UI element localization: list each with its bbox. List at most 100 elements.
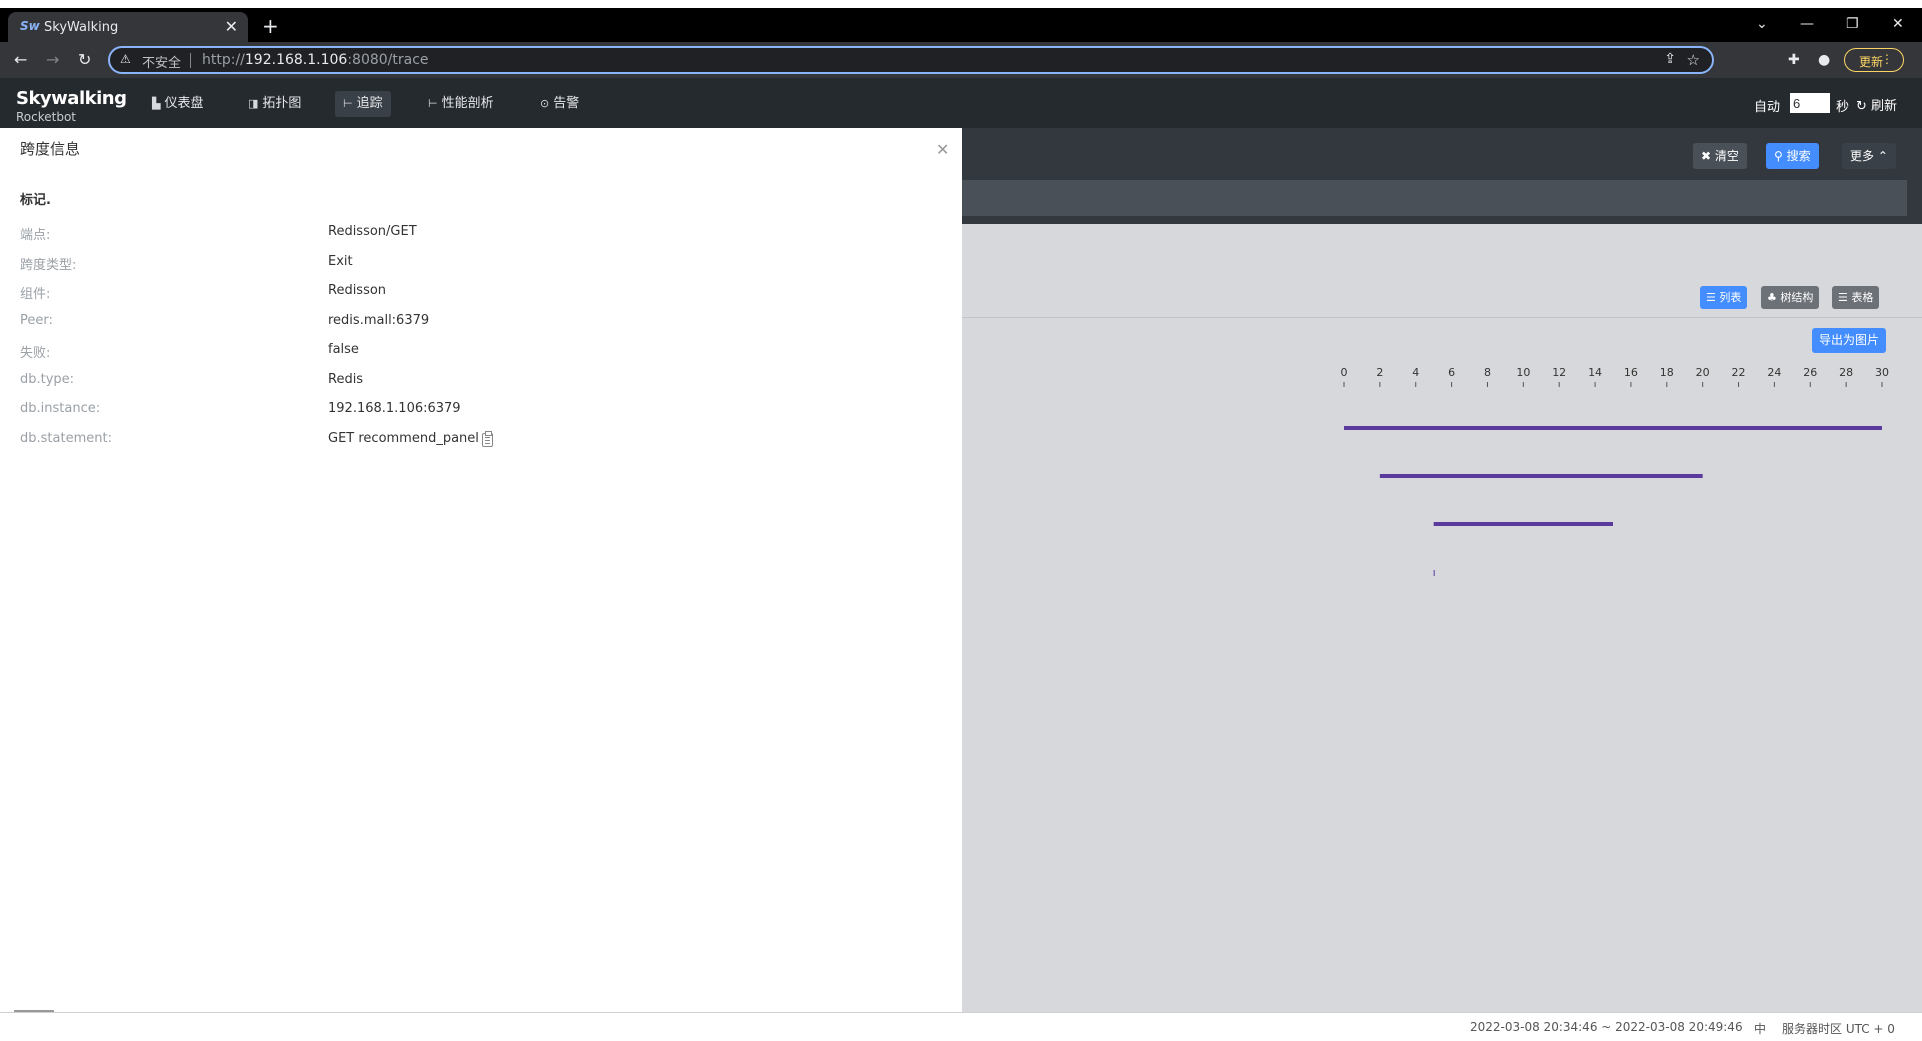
db-type-value: Redis	[328, 372, 364, 387]
tags-heading: 标记.	[20, 193, 51, 208]
profile-icon[interactable]: ●	[1818, 52, 1830, 68]
export-image-button[interactable]: 导出为图片	[1812, 328, 1887, 353]
clear-icon: ✖	[1701, 149, 1712, 163]
x-tick-label: 22	[1732, 366, 1746, 379]
skywalking-logo[interactable]: Skywalking	[16, 88, 127, 109]
endpoint-key: 端点:	[20, 228, 51, 243]
copy-icon[interactable]	[482, 431, 493, 447]
trace-timeline-chart: 0 2 4 6 8 10 12 14 16 18 20 22 24 26 28 30	[1341, 366, 1889, 576]
filter-panel	[962, 180, 1907, 216]
screen: Sw SkyWalking ✕ + ⌄ — ❐ ✕ ← → ↻ ⚠ 不安全 ht…	[0, 0, 1922, 1041]
nav-alarm[interactable]: ⊙ 告警	[532, 91, 587, 117]
url-text[interactable]: http://192.168.1.106:8080/trace	[202, 52, 429, 68]
span-bar[interactable]	[1379, 474, 1703, 478]
span-type-value: Exit	[328, 254, 353, 269]
reload-icon[interactable]: ↻	[78, 50, 91, 69]
browser-tab[interactable]: Sw SkyWalking ✕	[8, 12, 248, 42]
component-value: Redisson	[328, 283, 387, 298]
address-bar[interactable]: ⚠ 不安全 http://192.168.1.106:8080/trace ⇪ …	[108, 46, 1714, 74]
timezone-label[interactable]: 服务器时区 UTC + 0	[1782, 1020, 1895, 1037]
trace-detail-area	[962, 224, 1922, 1012]
logo-subtitle: Rocketbot	[16, 110, 77, 124]
time-range[interactable]: 2022-03-08 20:34:46 ~ 2022-03-08 20:49:4…	[1470, 1020, 1743, 1034]
view-list-button[interactable]: ☰ 列表	[1700, 286, 1748, 309]
nav-topology[interactable]: ◨ 拓扑图	[240, 91, 309, 117]
language-toggle[interactable]: 中	[1754, 1020, 1766, 1037]
peer-value: redis.mall:6379	[328, 313, 430, 328]
span-bar[interactable]	[1433, 570, 1435, 576]
tab-title: SkyWalking	[44, 20, 119, 35]
x-tick-label: 4	[1412, 366, 1419, 379]
search-icon: ⚲	[1774, 149, 1783, 163]
address-separator	[190, 53, 191, 68]
warning-icon[interactable]: ⚠	[120, 52, 131, 66]
table-icon: ☰	[1838, 291, 1848, 304]
span-bar[interactable]	[1433, 522, 1613, 526]
auto-refresh-label[interactable]: 自动	[1754, 96, 1780, 115]
bookmark-star-icon[interactable]: ☆	[1687, 51, 1700, 69]
view-divider	[962, 317, 1922, 318]
db-instance-value: 192.168.1.106:6379	[328, 401, 461, 416]
span-bar[interactable]	[1344, 426, 1882, 430]
span-info-drawer: 跨度信息 ✕ 标记. 端点: Redisson/GET 跨度类型: Exit 组…	[0, 128, 962, 1012]
tree-icon: ♣	[1767, 291, 1777, 304]
x-tick-label: 28	[1839, 366, 1853, 379]
update-button[interactable]: 更新 ⋮	[1844, 48, 1904, 72]
footer-bar: 2022-03-08 20:34:46 ~ 2022-03-08 20:49:4…	[0, 1012, 1922, 1041]
clear-button[interactable]: ✖ 清空	[1693, 143, 1747, 169]
x-tick-label: 6	[1448, 366, 1455, 379]
x-tick-label: 8	[1484, 366, 1491, 379]
view-table-button[interactable]: ☰ 表格	[1832, 286, 1880, 309]
extensions-icon[interactable]: ✚	[1788, 52, 1800, 68]
refresh-button[interactable]: ↻ 刷新	[1856, 95, 1897, 114]
x-tick-label: 20	[1696, 366, 1710, 379]
minimize-icon[interactable]: —	[1800, 16, 1814, 32]
nav-trace[interactable]: ⊢ 追踪	[335, 91, 391, 117]
x-tick-label: 0	[1341, 366, 1348, 379]
x-tick-label: 30	[1875, 366, 1889, 379]
profile-icon: ⊢	[428, 97, 438, 110]
view-tree-button[interactable]: ♣ 树结构	[1761, 286, 1820, 309]
refresh-icon: ↻	[1856, 99, 1867, 114]
x-tick-label: 10	[1516, 366, 1530, 379]
app-header: Skywalking Rocketbot ▙ 仪表盘 ◨ 拓扑图 ⊢ 追踪 ⊢ 性能剖析…	[0, 78, 1922, 128]
menu-dots-icon: ⋮	[1881, 52, 1893, 66]
forward-icon[interactable]: →	[46, 50, 59, 69]
x-tick-label: 16	[1624, 366, 1638, 379]
restore-icon[interactable]: ❐	[1846, 16, 1859, 32]
tab-search-icon[interactable]: ⌄	[1756, 16, 1768, 32]
back-icon[interactable]: ←	[14, 50, 27, 69]
nav-profile[interactable]: ⊢ 性能剖析	[420, 91, 502, 117]
x-tick-label: 26	[1803, 366, 1817, 379]
chevron-up-icon: ⌃	[1877, 149, 1888, 163]
nav-dashboard[interactable]: ▙ 仪表盘	[144, 91, 211, 117]
db-type-key: db.type:	[20, 372, 75, 387]
x-tick-label: 24	[1767, 366, 1781, 379]
x-tick-label: 18	[1660, 366, 1674, 379]
x-tick-label: 12	[1552, 366, 1566, 379]
search-button[interactable]: ⚲ 搜索	[1766, 143, 1819, 169]
share-icon[interactable]: ⇪	[1664, 51, 1676, 67]
insecure-label[interactable]: 不安全	[142, 52, 181, 71]
list-icon: ☰	[1706, 291, 1716, 304]
close-icon[interactable]: ✕	[936, 140, 949, 159]
browser-tab-bar: Sw SkyWalking ✕ + ⌄ — ❐ ✕	[0, 8, 1922, 42]
dashboard-icon: ▙	[152, 97, 161, 110]
more-button[interactable]: 更多 ⌃	[1842, 143, 1896, 169]
x-tick-label: 14	[1588, 366, 1602, 379]
auto-refresh-interval-input[interactable]	[1790, 93, 1830, 113]
endpoint-value: Redisson/GET	[328, 224, 417, 239]
peer-key: Peer:	[20, 313, 53, 328]
component-key: 组件:	[20, 287, 51, 302]
window-close-icon[interactable]: ✕	[1892, 16, 1904, 32]
error-key: 失败:	[20, 346, 51, 361]
error-value: false	[328, 342, 359, 357]
seconds-label: 秒	[1836, 100, 1850, 115]
drawer-title: 跨度信息	[20, 140, 81, 158]
trace-icon: ⊢	[343, 97, 353, 110]
x-tick-label: 2	[1376, 366, 1383, 379]
tab-close-icon[interactable]: ✕	[225, 17, 238, 36]
db-statement-value: GET recommend_panel	[328, 431, 479, 446]
db-statement-key: db.statement:	[20, 431, 112, 446]
new-tab-icon[interactable]: +	[262, 16, 279, 36]
